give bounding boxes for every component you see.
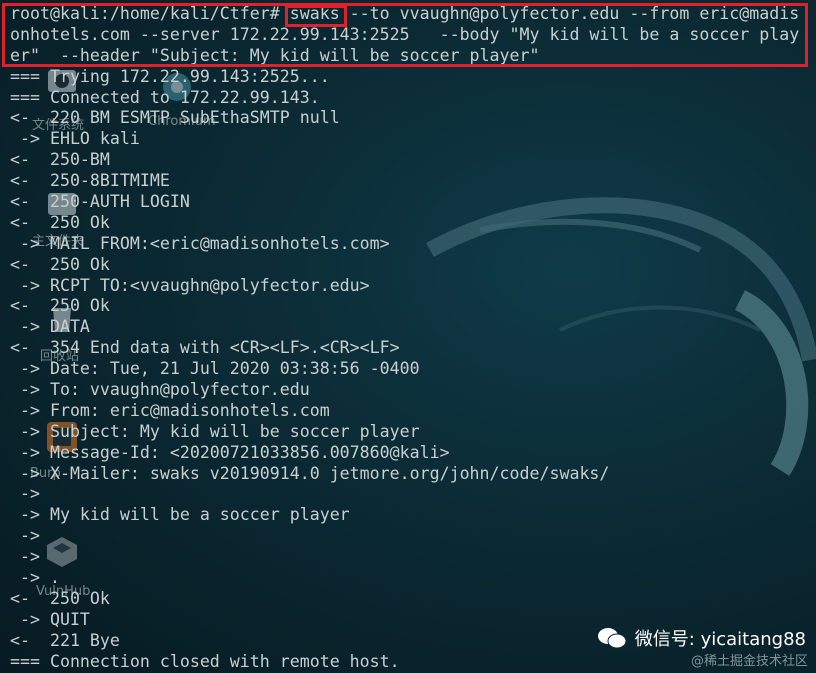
terminal-line: <- 220 BM ESMTP SubEthaSMTP null [10,108,340,128]
terminal-line: -> [10,547,40,567]
terminal-line: -> . [10,568,60,588]
terminal-line: <- 250-8BITMIME [10,171,170,191]
terminal-line: <- 354 End data with <CR><LF>.<CR><LF> [10,338,400,358]
terminal-output[interactable]: root@kali:/home/kali/Ctfer# swaks --to v… [0,0,816,673]
terminal-line: -> X-Mailer: swaks v20190914.0 jetmore.o… [10,463,610,483]
terminal-line: -> MAIL FROM:<eric@madisonhotels.com> [10,233,390,253]
terminal-line: -> DATA [10,317,90,337]
swaks-highlight-box [285,5,347,27]
terminal-line: -> My kid will be a soccer player [10,505,350,525]
terminal-line: <- 250 Ok [10,254,110,274]
terminal-line: <- 250 Ok [10,588,110,608]
wechat-icon [597,626,627,650]
terminal-line: <- 250 Ok [10,296,110,316]
terminal-line: -> Message-Id: <20200721033856.007860@ka… [10,442,450,462]
wechat-watermark: 微信号: yicaitang88 [597,625,806,651]
terminal-line: === Trying 172.22.99.143:2525... [10,66,330,86]
terminal-line: <- 250-BM [10,150,110,170]
terminal-line: -> EHLO kali [10,129,140,149]
juejin-watermark: @稀土掘金技术社区 [690,654,808,669]
terminal-line: -> RCPT TO:<vvaughn@polyfector.edu> [10,275,370,295]
terminal-line: -> Subject: My kid will be soccer player [10,421,420,441]
terminal-line: <- 250-AUTH LOGIN [10,192,190,212]
terminal-line: === Connected to 172.22.99.143. [10,87,320,107]
terminal-line: -> [10,526,40,546]
terminal-line: -> From: eric@madisonhotels.com [10,400,330,420]
terminal-line: -> To: vvaughn@polyfector.edu [10,380,310,400]
terminal-line: <- 250 Ok [10,212,110,232]
terminal-line: -> Date: Tue, 21 Jul 2020 03:38:56 -0400 [10,359,420,379]
command-highlight-box [2,3,808,67]
terminal-line: -> [10,484,40,504]
wechat-id: 微信号: yicaitang88 [634,629,806,650]
